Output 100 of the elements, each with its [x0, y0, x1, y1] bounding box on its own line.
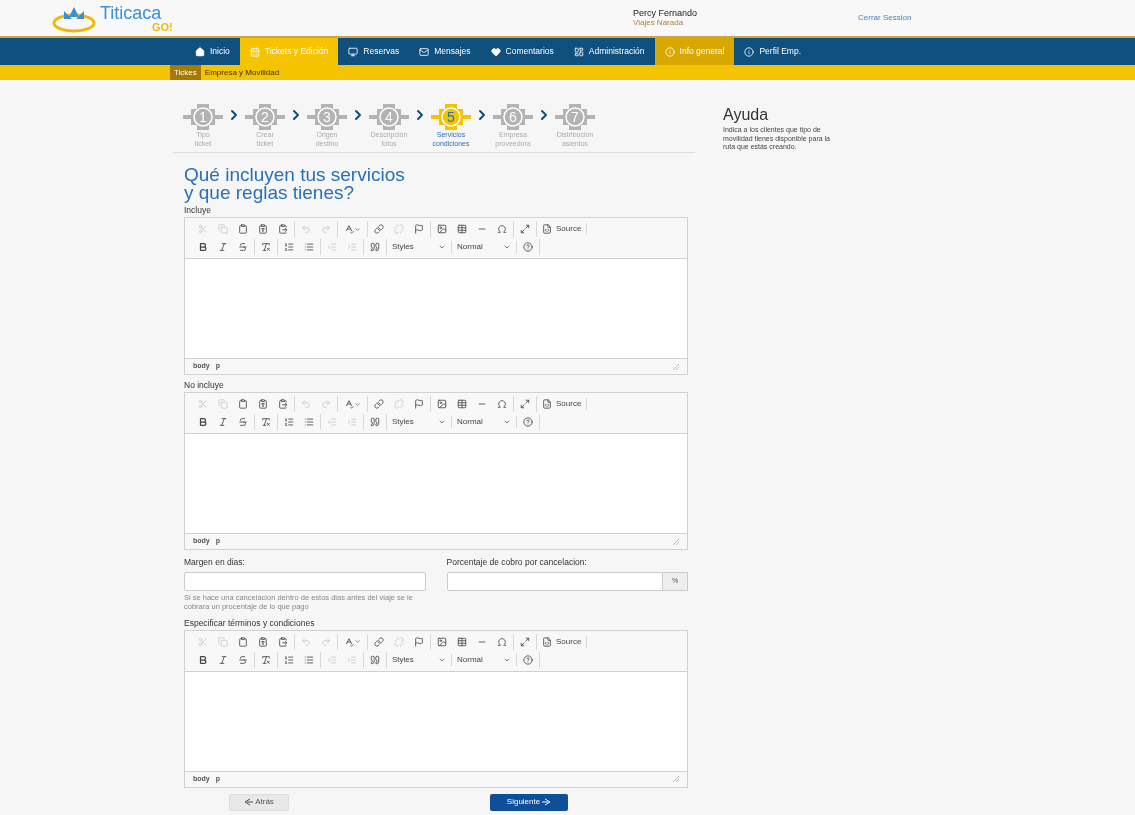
redo-icon: [321, 399, 331, 409]
field-label: No incluye: [184, 380, 225, 391]
back-arrow-icon: [244, 798, 254, 807]
nav-tab[interactable]: Perfil Emp.: [734, 38, 812, 65]
source-icon: [542, 224, 552, 234]
nav-tab[interactable]: Mensajes: [409, 38, 481, 65]
resize-grip-icon[interactable]: [673, 363, 679, 370]
subnav-tab[interactable]: Tickes: [170, 65, 201, 80]
omega-icon: [497, 399, 507, 409]
step-number: 2: [261, 110, 269, 124]
maximize-icon: [520, 224, 530, 234]
monitor-icon: [348, 46, 359, 57]
next-button[interactable]: Siguiente: [490, 793, 568, 811]
omega-icon: [497, 224, 507, 234]
format-dropdown[interactable]: Styles: [388, 653, 450, 666]
table-icon: [457, 636, 467, 647]
copy-icon: [218, 636, 228, 647]
info-icon: [664, 46, 675, 57]
strikethrough-icon: [238, 242, 248, 252]
step-number: 1: [199, 110, 207, 124]
format-dropdown[interactable]: Styles: [388, 416, 450, 428]
home-icon: [195, 46, 205, 57]
undo-icon: [301, 224, 311, 234]
unlink-icon: [394, 399, 404, 409]
nav-tab[interactable]: Reservas: [338, 38, 410, 65]
help-icon: [523, 417, 533, 427]
nav-tab[interactable]: Inicio: [185, 38, 240, 65]
logout-link[interactable]: Cerrar Session: [858, 12, 912, 24]
outdent-icon: [327, 242, 337, 252]
flag-icon: [414, 636, 424, 647]
caret-icon: [354, 225, 361, 233]
scissors-icon: [198, 399, 208, 409]
nav-tab[interactable]: Administración: [563, 38, 655, 65]
quote-icon: [370, 242, 380, 252]
caret-icon: [354, 638, 361, 646]
bold-icon: [198, 242, 208, 252]
outdent-icon: [327, 417, 337, 427]
logo-subtext: GO!: [151, 21, 173, 33]
percentage-input[interactable]: [446, 571, 663, 591]
source-icon: [542, 636, 552, 647]
clipboard-text-icon: [258, 224, 268, 234]
page-title: Qué incluyen tus servicios y que reglas tienes?: [184, 166, 406, 202]
caret-icon: [438, 243, 446, 251]
format-dropdown[interactable]: Normal: [453, 416, 515, 428]
clipboard-icon: [238, 636, 248, 647]
help-icon: [523, 242, 533, 252]
field-label: Especificar términos y condiciones: [184, 617, 316, 629]
flag-icon: [414, 224, 424, 234]
format-dropdown[interactable]: Normal: [453, 241, 515, 253]
subnav-tab[interactable]: Empresa y Movilidad: [200, 65, 284, 80]
format-dropdown[interactable]: Styles: [388, 241, 450, 253]
step-cross-icon: [369, 104, 409, 130]
numbered-list-icon: [284, 242, 294, 252]
clipboard-paste-icon: [278, 399, 288, 409]
step-cross-icon: [555, 104, 595, 130]
format-dropdown[interactable]: Normal: [453, 653, 515, 666]
caret-icon: [503, 243, 511, 251]
link-icon: [374, 399, 384, 409]
flag-icon: [414, 399, 424, 409]
undo-icon: [301, 636, 311, 647]
panel-icon: [573, 46, 584, 57]
days-input[interactable]: [184, 571, 426, 591]
source-button[interactable]: Source: [538, 635, 586, 648]
unlink-icon: [394, 636, 404, 647]
link-icon: [374, 636, 384, 647]
step-number: 5: [447, 110, 455, 124]
table-icon: [457, 224, 467, 234]
scissors-icon: [198, 224, 208, 234]
undo-icon: [301, 399, 311, 409]
redo-icon: [321, 224, 331, 234]
quote-icon: [370, 417, 380, 427]
clear-format-icon: [261, 242, 271, 252]
bold-icon: [198, 654, 208, 665]
resize-grip-icon[interactable]: [673, 776, 679, 783]
user-company: Viajes Narada: [633, 18, 685, 28]
nav-tab[interactable]: Comentarios: [480, 38, 564, 65]
source-button[interactable]: Source: [538, 398, 586, 410]
caret-icon: [503, 418, 511, 426]
step-cross-icon: [431, 104, 471, 130]
source-button[interactable]: Source: [538, 223, 586, 235]
spellcheck-icon: [344, 636, 354, 647]
clipboard-paste-icon: [278, 224, 288, 234]
outdent-icon: [327, 654, 337, 665]
next-arrow-icon: [542, 798, 552, 807]
italic-icon: [218, 417, 228, 427]
back-button[interactable]: Atrás: [229, 793, 289, 811]
logo-text: Titicaca: [100, 3, 163, 22]
bold-icon: [198, 417, 208, 427]
step-number: 7: [571, 110, 579, 124]
field-label: Margen en dias:: [184, 556, 246, 569]
omega-icon: [497, 636, 507, 647]
calendar-icon: [249, 46, 260, 57]
step-cross-icon: [183, 104, 223, 130]
resize-grip-icon[interactable]: [673, 538, 679, 545]
clipboard-text-icon: [258, 636, 268, 647]
redo-icon: [321, 636, 331, 647]
indent-icon: [347, 242, 357, 252]
step-cross-icon: [493, 104, 533, 130]
bullet-list-icon: [304, 417, 314, 427]
copy-icon: [218, 224, 228, 234]
